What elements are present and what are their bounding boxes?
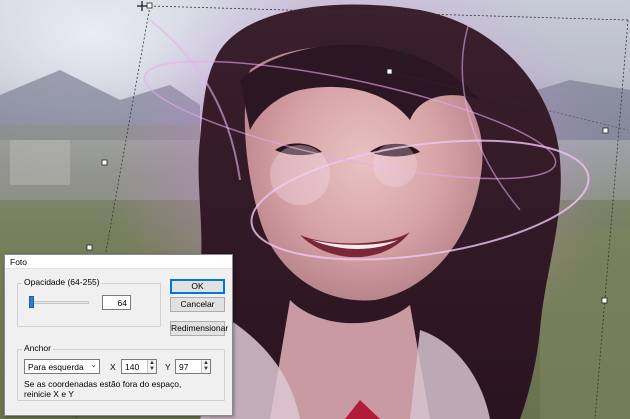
anchor-group-label: Anchor: [22, 343, 53, 353]
x-label: X: [110, 362, 116, 372]
opacity-slider-track[interactable]: [29, 301, 89, 304]
opacity-group-label: Opacidade (64-255): [22, 277, 102, 287]
cancel-button[interactable]: Cancelar: [170, 297, 225, 312]
anchor-select-value: Para esquerda: [28, 362, 84, 372]
opacity-value-input[interactable]: 64: [102, 295, 131, 310]
dialog-titlebar[interactable]: Foto: [5, 255, 232, 269]
anchor-note: Se as coordenadas estão fora do espaço, …: [24, 379, 182, 399]
spin-down-icon[interactable]: ▼: [149, 366, 155, 372]
dialog-title: Foto: [10, 257, 28, 267]
resize-button[interactable]: Redimensionar: [170, 321, 228, 336]
chevron-down-icon: ⌄: [90, 360, 97, 369]
opacity-slider-thumb[interactable]: [29, 296, 34, 308]
y-label: Y: [165, 362, 171, 372]
anchor-select[interactable]: Para esquerda ⌄: [24, 359, 100, 374]
opacity-group: [17, 283, 161, 327]
y-input[interactable]: 97 ▲ ▼: [175, 359, 211, 374]
y-value: 97: [179, 362, 189, 372]
x-value: 140: [125, 362, 140, 372]
ok-button[interactable]: OK: [170, 279, 225, 294]
x-input[interactable]: 140 ▲ ▼: [121, 359, 157, 374]
photo-dialog: Foto Opacidade (64-255) 64 OK Cancelar R…: [4, 254, 233, 416]
spin-down-icon[interactable]: ▼: [203, 366, 209, 372]
